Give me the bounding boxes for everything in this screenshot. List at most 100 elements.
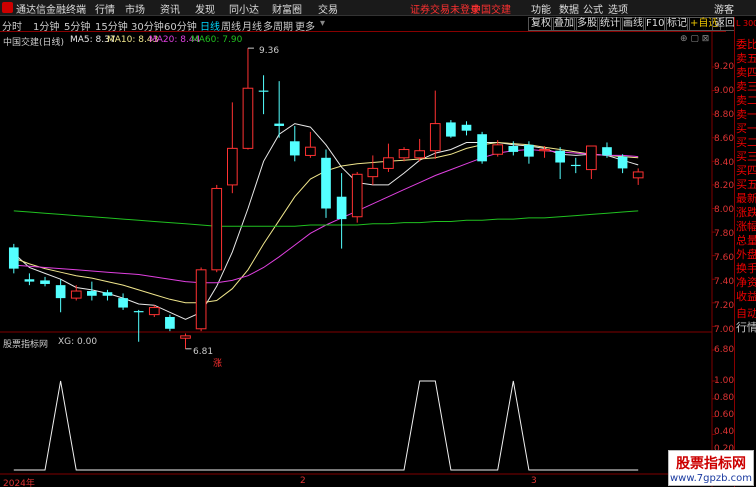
panel-item[interactable]: 收益	[736, 290, 756, 303]
panel-item[interactable]: 涨跌	[736, 206, 756, 219]
y-tick: 0.60	[714, 410, 735, 420]
candle-body-down	[477, 134, 487, 162]
period-weekly[interactable]: 周线	[221, 18, 241, 33]
candle-body-down	[617, 156, 628, 169]
menu-bar: 通达信金融终端 行情 市场 资讯 发现 同小达 财富圈 交易 证券交易未登录 中…	[0, 0, 756, 16]
y-tick: 7.40	[714, 277, 735, 287]
y-tick: 7.80	[714, 229, 735, 239]
candle-body-down	[570, 164, 581, 167]
menu-item-news[interactable]: 资讯	[160, 1, 180, 16]
panel-item[interactable]: 买三	[736, 150, 756, 163]
candle-body-down	[165, 316, 175, 329]
panel-item[interactable]: 涨幅	[736, 220, 756, 233]
login-notice[interactable]: 证券交易未登录	[410, 1, 480, 16]
y-tick: 1.00	[714, 376, 735, 386]
app-title: 通达信金融终端	[16, 5, 86, 16]
period-daily[interactable]: 日线	[200, 18, 220, 33]
sub-chart-title: 股票指标网	[3, 340, 49, 350]
more-chevron-icon[interactable]: ▾	[320, 18, 325, 29]
candle-body-down	[24, 279, 35, 282]
candle-body-up	[305, 146, 316, 156]
panel-item[interactable]: 卖一	[736, 108, 756, 121]
current-stock-name: 中国交建	[471, 5, 511, 16]
panel-item[interactable]: 买二	[736, 136, 756, 149]
candle-body-down	[602, 147, 612, 156]
candle-body-down	[258, 90, 269, 92]
candle-body-up	[180, 335, 191, 339]
period-1min[interactable]: 1分钟	[33, 18, 59, 33]
site-watermark: 股票指标网 www.7gpzb.com	[668, 450, 754, 486]
xg-label: XG: 0.00	[58, 337, 98, 347]
candle-body-up	[429, 123, 441, 152]
candle-body-down	[87, 291, 97, 296]
menu-item-assistant[interactable]: 同小达	[229, 1, 259, 16]
candle-body-down	[555, 150, 565, 163]
period-more[interactable]: 更多	[295, 18, 315, 33]
panel-item[interactable]: 外盘	[736, 248, 756, 261]
panel-item[interactable]: 换手	[736, 262, 756, 275]
period-30min[interactable]: 30分钟	[131, 18, 164, 33]
candle-body-up	[351, 173, 363, 218]
candle-body-up	[148, 307, 160, 316]
period-15min[interactable]: 15分钟	[95, 18, 128, 33]
menu-item-function[interactable]: 功能	[531, 1, 551, 16]
panel-item[interactable]: 买五	[736, 178, 756, 191]
y-tick: 0.40	[714, 427, 735, 437]
candle-body-down	[524, 144, 534, 157]
menu-item-discover[interactable]: 发现	[195, 1, 215, 16]
panel-item[interactable]: 总量	[736, 234, 756, 247]
candle-body-down	[118, 298, 128, 308]
kline-chart[interactable]	[0, 32, 734, 487]
menu-item-trade[interactable]: 交易	[318, 1, 338, 16]
period-monthly[interactable]: 月线	[242, 18, 262, 33]
panel-item[interactable]: 卖三	[736, 80, 756, 93]
panel-item[interactable]: 净资	[736, 276, 756, 289]
period-60min[interactable]: 60分钟	[164, 18, 197, 33]
menu-item-data[interactable]: 数据	[559, 1, 579, 16]
candle-body-down	[446, 122, 456, 137]
panel-item[interactable]: 买四	[736, 164, 756, 177]
low-price-label: 6.81	[193, 347, 214, 357]
panel-item[interactable]: 卖五	[736, 52, 756, 65]
candle-body-up	[367, 167, 379, 178]
y-tick: 9.20	[714, 62, 735, 72]
guest-label[interactable]: 游客	[714, 1, 734, 16]
xg-indicator-line	[13, 380, 639, 471]
candle-body-down	[461, 124, 472, 131]
candle-body-down	[40, 280, 50, 284]
ma60-label: MA60: 7.90	[191, 35, 243, 45]
menu-item-market[interactable]: 市场	[125, 1, 145, 16]
menu-item-quotes[interactable]: 行情	[95, 1, 115, 16]
x-tick-year: 2024年	[3, 479, 35, 487]
candle-body-down	[508, 146, 519, 152]
period-multi[interactable]: 多周期	[263, 18, 293, 33]
period-tick[interactable]: 分时	[2, 18, 22, 33]
watermark-title: 股票指标网	[676, 456, 746, 472]
watermark-url: www.7gpzb.com	[670, 473, 752, 484]
panel-item[interactable]: 委比	[736, 38, 756, 51]
y-tick: 8.20	[714, 181, 735, 191]
menu-item-formula[interactable]: 公式	[583, 1, 603, 16]
candle-body-up	[211, 187, 223, 271]
panel-item[interactable]: 卖二	[736, 94, 756, 107]
panel-item[interactable]: 买一	[736, 122, 756, 135]
y-tick: 0.80	[714, 393, 735, 403]
period-5min[interactable]: 5分钟	[64, 18, 90, 33]
menu-item-wealth-circle[interactable]: 财富圈	[272, 1, 302, 16]
candle-body-up	[383, 157, 394, 169]
panel-item[interactable]: 自动	[736, 307, 756, 320]
chart-settings-icon[interactable]: ⊕ ▢ ⊠	[680, 34, 709, 44]
menu-item-options[interactable]: 选项	[608, 1, 628, 16]
panel-top-label: L 300	[736, 19, 756, 28]
panel-item[interactable]: 卖四	[736, 66, 756, 79]
y-tick: 7.60	[714, 253, 735, 263]
y-tick: 6.80	[714, 345, 735, 355]
candle-body-down	[8, 247, 19, 269]
panel-item[interactable]: 最新	[736, 192, 756, 205]
candle-body-up	[492, 144, 504, 155]
y-tick: 8.00	[714, 205, 735, 215]
x-tick-mar: 3	[531, 476, 537, 486]
candle-body-down	[321, 157, 331, 209]
panel-item[interactable]: 行情	[736, 321, 756, 334]
candle-body-up	[539, 149, 550, 152]
